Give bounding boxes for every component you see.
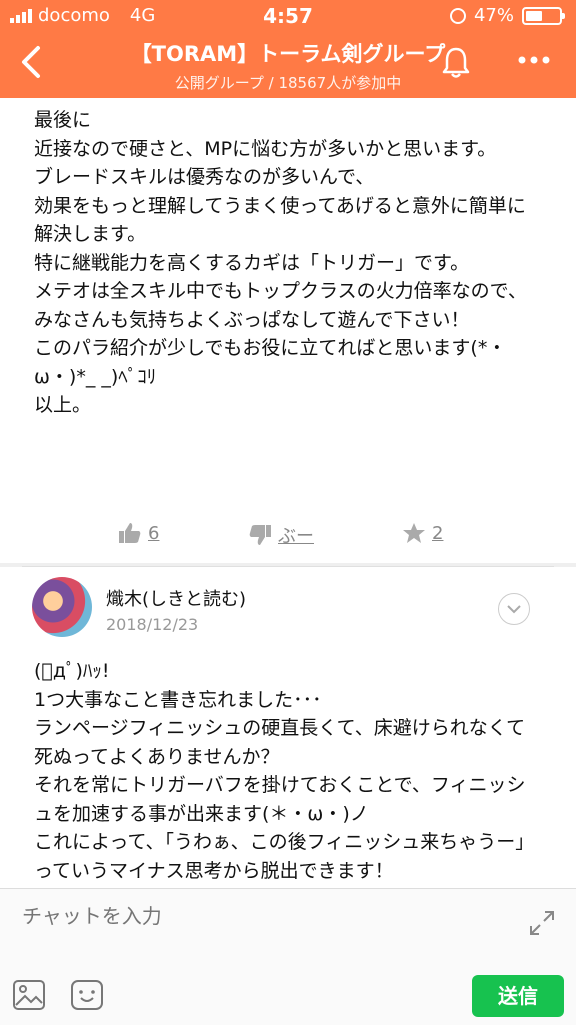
image-icon: [13, 980, 45, 1010]
avatar[interactable]: [32, 577, 92, 637]
status-bar: docomo 4G 4:57 47%: [0, 0, 576, 30]
emoji-icon: [71, 980, 103, 1010]
battery-percent: 47%: [473, 5, 514, 26]
post-line: 以上。: [34, 394, 92, 416]
image-button[interactable]: [12, 979, 46, 1011]
comment-options-button[interactable]: [498, 593, 530, 625]
like-count: 6: [148, 522, 160, 544]
notification-button[interactable]: [438, 44, 474, 80]
more-dots-icon: [518, 56, 550, 64]
send-button[interactable]: 送信: [472, 975, 564, 1017]
star-count: 2: [432, 522, 444, 544]
nav-bar: 【TORAM】トーラム剣グループ 公開グループ / 18567人が参加中: [0, 30, 576, 98]
post-body: 最後に 近接なので硬さと、MPに悩む方が多いかと思います。 ブレードスキルは優秀…: [34, 106, 544, 420]
post-line: 特に継戦能力を高くするカギは「トリガー」です。: [34, 251, 470, 274]
more-button[interactable]: [514, 50, 554, 70]
post-card: 最後に 近接なので硬さと、MPに悩む方が多いかと思います。 ブレードスキルは優秀…: [0, 98, 576, 563]
comment-line: これによって、「うわぁ、この後フィニッシュ来ちゃうー」っていうマイナス思考から脱…: [34, 831, 535, 882]
post-line: 最後に: [34, 109, 92, 131]
comment-line: 1つ大事なこと書き忘れました･･･: [34, 688, 322, 711]
post-line: ブレードスキルは優秀なのが多いんで、: [34, 166, 375, 188]
post-line: 効果をもっと理解してうまく使ってあげると意外に簡単に解決します。: [34, 194, 526, 246]
comment-body: (ﾟдﾟ)ﾊｯ! 1つ大事なこと書き忘れました･･･ ランページフィニッシュの硬…: [34, 657, 544, 885]
comment-line: それを常にトリガーバフを掛けておくことで、フィニッシュを加速する事が出来ます(＊…: [34, 774, 526, 825]
battery-icon: [522, 6, 565, 25]
comment-author[interactable]: 熾木(しきと読む): [106, 585, 246, 611]
bell-icon: [442, 47, 470, 78]
post-line: メテオは全スキル中でもトップクラスの火力倍率なので、みなさんも気持ちよくぶっぱな…: [34, 280, 527, 331]
chevron-down-icon: [507, 605, 521, 614]
thumbs-up-icon: [119, 523, 141, 543]
boo-label: ぶー: [278, 526, 314, 547]
post-line: 近接なので硬さと、MPに悩む方が多いかと思います。: [34, 137, 497, 160]
app-header: docomo 4G 4:57 47% 【TORAM】トーラム剣グループ 公開グル…: [0, 0, 576, 98]
star-icon: [403, 523, 425, 543]
expand-button[interactable]: [528, 909, 556, 937]
post-line: このパラ紹介が少しでもお役に立てればと思います(*・ω・)*_ _)ﾍﾟｺﾘ: [34, 337, 507, 388]
thumbs-down-icon: [249, 525, 271, 545]
chat-input[interactable]: [20, 905, 504, 930]
like-button[interactable]: 6: [118, 522, 159, 544]
back-button[interactable]: [14, 42, 50, 82]
sticker-button[interactable]: [70, 979, 104, 1011]
reaction-bar: 6 ぶー 2: [0, 518, 576, 552]
comment-line: (ﾟдﾟ)ﾊｯ!: [34, 660, 110, 682]
chat-composer: 送信: [0, 888, 576, 1025]
rotation-lock-icon: [449, 7, 466, 24]
boo-button[interactable]: ぶー: [248, 522, 314, 548]
chevron-left-icon: [22, 46, 40, 78]
expand-icon: [530, 911, 554, 935]
comment-date: 2018/12/23: [106, 615, 199, 634]
comment-card: 熾木(しきと読む) 2018/12/23 (ﾟдﾟ)ﾊｯ! 1つ大事なこと書き忘…: [0, 567, 576, 890]
star-button[interactable]: 2: [402, 522, 443, 544]
comment-line: ランページフィニッシュの硬直長くて、床避けられなくて死ぬってよくありませんか？: [34, 717, 526, 768]
